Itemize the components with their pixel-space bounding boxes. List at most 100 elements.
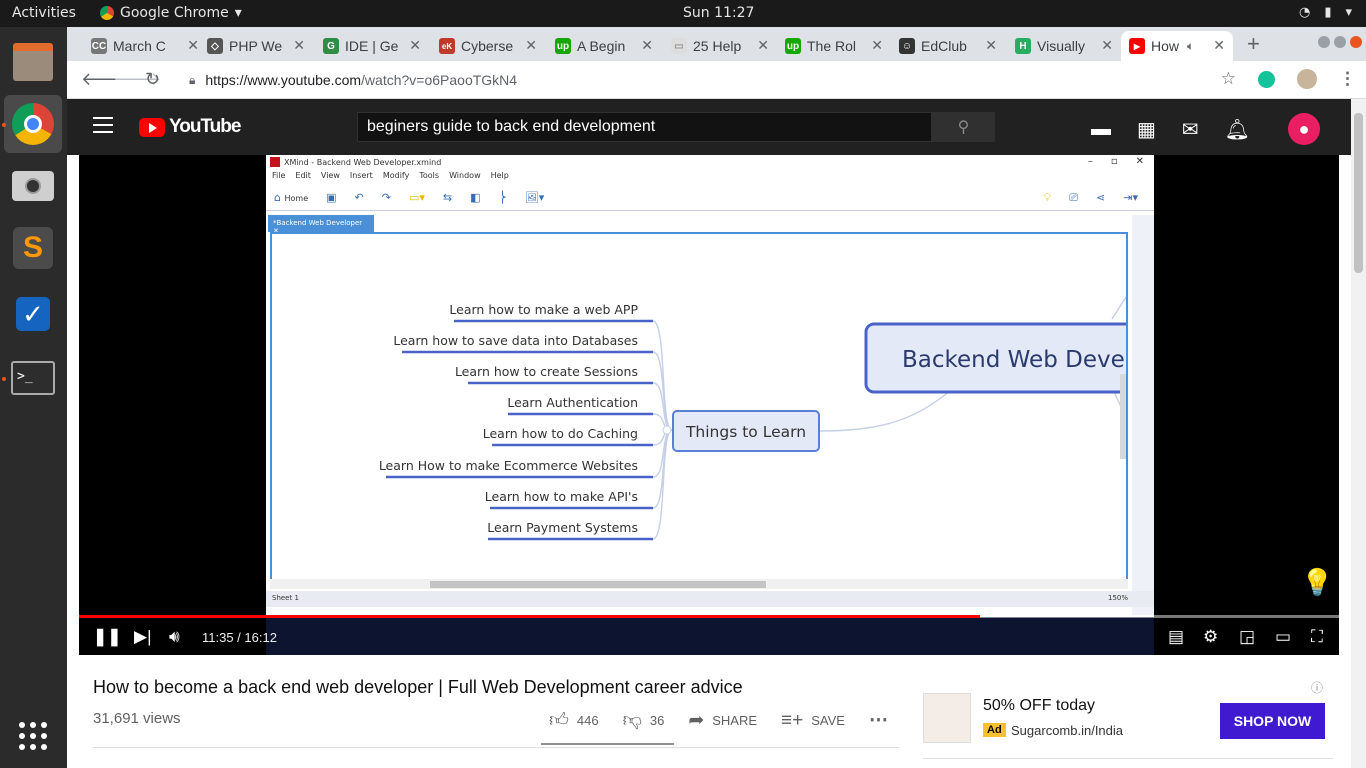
minimize-button[interactable] — [1318, 36, 1330, 48]
pause-button[interactable]: ❚❚ — [93, 627, 122, 647]
close-window-button[interactable] — [1350, 36, 1362, 48]
new-tab-button[interactable]: + — [1247, 31, 1260, 57]
like-button[interactable]: 👍︎ 446 — [549, 709, 599, 732]
close-tab-icon[interactable]: ✕ — [1213, 37, 1225, 54]
page-scrollbar[interactable] — [1351, 99, 1366, 768]
notifications-bell-icon[interactable]: 🔔︎ — [1225, 117, 1250, 142]
system-tray[interactable]: ◔ ▮ ▾ — [1299, 5, 1352, 20]
close-tab-icon[interactable]: ✕ — [187, 37, 199, 54]
messages-icon[interactable]: ✉︎ — [1182, 117, 1199, 142]
xmind-hscrollbar — [270, 579, 1128, 589]
browser-tab[interactable]: eK Cyberse ✕ — [437, 31, 537, 61]
close-tab-icon[interactable]: ✕ — [525, 37, 537, 54]
browser-tab[interactable]: H Visually ✕ — [1013, 31, 1113, 61]
settings-gear-icon[interactable]: ⚙︎ — [1203, 627, 1218, 647]
shop-now-button[interactable]: SHOP NOW — [1220, 703, 1325, 739]
tab-favicon-icon: up — [555, 38, 571, 54]
browser-tab[interactable]: ▭ 25 Help ✕ — [669, 31, 769, 61]
bookmark-star-icon[interactable]: ☆ — [1221, 69, 1236, 89]
xmind-document-tab-label: *Backend Web Developer — [273, 219, 363, 227]
maximize-button[interactable] — [1334, 36, 1346, 48]
speaker-icon[interactable]: 🔈︎ — [1187, 39, 1194, 54]
address-bar[interactable]: 🔒︎ https://www.youtube.com/watch?v=o6Pao… — [177, 63, 1257, 97]
clock[interactable]: Sun 11:27 — [683, 5, 754, 21]
xmind-window-controls: – ▫ ✕ — [1087, 156, 1144, 167]
mind-map-canvas: Learn how to make a web APP Learn how to… — [270, 232, 1128, 584]
close-tab-icon[interactable]: ✕ — [1101, 37, 1113, 54]
progress-bar[interactable] — [79, 615, 1339, 618]
subtopic: Learn how to create Sessions — [455, 364, 638, 379]
terminal-app[interactable]: >_ — [4, 349, 62, 407]
browser-tab[interactable]: up A Begin ✕ — [553, 31, 653, 61]
chrome-app[interactable] — [4, 95, 62, 153]
companion-ad[interactable]: 50% OFF today Ad Sugarcomb.in/India SHOP… — [923, 679, 1333, 759]
browser-tab-active[interactable]: ▶ How 🔈︎ ✕ — [1121, 31, 1233, 61]
youtube-logo[interactable]: YouTube — [139, 116, 241, 138]
show-applications-button[interactable] — [4, 707, 62, 765]
sublime-text-app[interactable]: S — [4, 219, 62, 277]
present-icon: ⎚ — [1069, 190, 1079, 204]
info-icon[interactable]: ⓘ — [1311, 679, 1323, 696]
terminal-icon: >_ — [11, 361, 55, 395]
close-tab-icon[interactable]: ✕ — [293, 37, 305, 54]
browser-tab[interactable]: CC March C ✕ — [89, 31, 199, 61]
apps-grid-icon[interactable]: ▦ — [1137, 117, 1156, 142]
xmind-titlebar: XMind - Backend Web Developer.xmind — [270, 157, 441, 167]
close-tab-icon[interactable]: ✕ — [871, 37, 883, 54]
xmind-menu-item: Modify — [382, 171, 410, 180]
tab-strip: CC March C ✕ ◇ PHP We ✕ G IDE | Ge ✕ eK … — [67, 27, 1366, 61]
search-button[interactable]: ⚲ — [932, 112, 995, 142]
browser-tab[interactable]: G IDE | Ge ✕ — [321, 31, 421, 61]
activities-button[interactable]: Activities — [12, 5, 76, 21]
grammarly-icon[interactable] — [1258, 70, 1275, 88]
browser-tab[interactable]: up The Rol ✕ — [783, 31, 883, 61]
lightbulb-icon[interactable]: 💡 — [1301, 567, 1333, 598]
kebab-menu-icon[interactable]: ⋮ — [1339, 69, 1356, 89]
hamburger-menu-icon[interactable] — [93, 117, 113, 138]
search-input[interactable]: beginers guide to back end development — [357, 112, 932, 142]
browser-tab[interactable]: ◇ PHP We ✕ — [205, 31, 305, 61]
xmind-logo-icon — [270, 157, 280, 167]
xmind-side-panel — [1132, 215, 1154, 615]
xmind-menu-item: Tools — [419, 171, 440, 180]
next-button[interactable]: ▶︎| — [134, 627, 152, 647]
browser-tab[interactable]: ☺ EdClub ✕ — [897, 31, 997, 61]
theater-mode-icon[interactable]: ▭ — [1275, 627, 1291, 647]
lock-icon: 🔒︎ — [189, 72, 196, 87]
youtube-header: YouTube beginers guide to back end devel… — [67, 99, 1351, 155]
tab-favicon-icon: eK — [439, 38, 455, 54]
tasks-app[interactable]: ✓ — [4, 285, 62, 343]
redo-icon: ↷ — [381, 191, 391, 204]
volume-icon[interactable]: 🔊︎ — [169, 627, 180, 647]
close-tab-icon[interactable]: ✕ — [985, 37, 997, 54]
summary-icon: ⎬ — [498, 191, 507, 204]
fullscreen-icon[interactable]: ⛶ — [1311, 627, 1323, 647]
subtopic: Learn How to make Ecommerce Websites — [379, 458, 638, 473]
scrollbar-thumb[interactable] — [1354, 113, 1363, 273]
miniplayer-icon[interactable]: ◲ — [1239, 627, 1255, 647]
subtitles-icon[interactable]: ▤ — [1168, 627, 1184, 647]
wifi-icon: ◔ — [1298, 5, 1311, 20]
tab-title: The Rol — [807, 38, 857, 54]
profile-avatar[interactable] — [1297, 69, 1317, 89]
close-tab-icon[interactable]: ✕ — [641, 37, 653, 54]
more-actions-button[interactable]: ⋯ — [869, 709, 888, 732]
tab-favicon-icon: G — [323, 38, 339, 54]
camera-icon — [12, 171, 54, 201]
camera-app[interactable] — [4, 157, 62, 215]
video-player[interactable]: XMind - Backend Web Developer.xmind – ▫ ✕ … — [79, 155, 1339, 655]
boundary-icon: ◧ — [470, 191, 481, 204]
tab-favicon-icon: ◇ — [207, 38, 223, 54]
files-app[interactable] — [4, 33, 62, 91]
app-menu[interactable]: Google Chrome ▾ — [100, 5, 242, 21]
playlist-add-icon: ≡+ — [781, 709, 804, 731]
account-avatar[interactable]: ● — [1288, 113, 1321, 145]
close-tab-icon[interactable]: ✕ — [757, 37, 769, 54]
reload-button[interactable]: ↻ — [145, 69, 160, 90]
share-button[interactable]: ➦ SHARE — [688, 709, 757, 732]
close-tab-icon[interactable]: ✕ — [409, 37, 421, 54]
create-video-icon[interactable]: ▬ — [1091, 118, 1111, 141]
save-button[interactable]: ≡+ SAVE — [781, 710, 845, 732]
topic-icon: ▭▾ — [408, 191, 425, 204]
dislike-button[interactable]: 👎︎ 36 — [623, 709, 665, 732]
